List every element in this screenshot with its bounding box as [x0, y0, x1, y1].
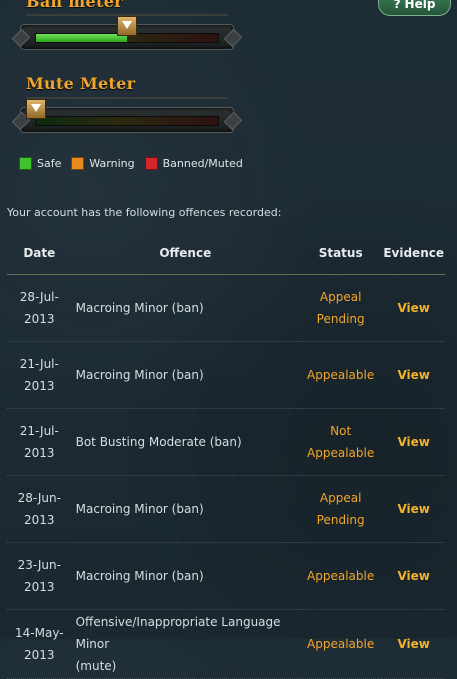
offence-date: 28-Jun- 2013 [7, 475, 72, 543]
warning-swatch-icon [71, 157, 85, 170]
mute-meter-pointer-icon [26, 99, 46, 119]
offence-status: Appealable [298, 341, 383, 409]
ban-meter-fill [36, 34, 127, 42]
offence-name: Macroing Minor (ban) [71, 542, 299, 610]
offence-name: Macroing Minor (ban) [71, 475, 299, 543]
help-label: Help [404, 0, 436, 11]
table-row: 21-Jul- 2013 Macroing Minor (ban) Appeala… [7, 341, 445, 409]
mute-meter-track [35, 116, 219, 126]
legend-label: Safe [37, 157, 62, 170]
offence-date: 28-Jul- 2013 [7, 274, 72, 342]
table-row: 28-Jul- 2013 Macroing Minor (ban) Appeal P… [7, 274, 445, 342]
view-evidence-link[interactable]: View [397, 435, 429, 449]
table-header-row: Date Offence Status Evidence [7, 232, 445, 275]
meter-cap-right [223, 111, 243, 131]
offence-name: Offensive/Inappropriate Language Minor (m… [71, 609, 299, 679]
offence-status: Appealable [298, 609, 383, 679]
legend-label: Banned/Muted [162, 157, 243, 170]
ban-meter-pointer-icon [117, 16, 137, 36]
table-row: 14-May- 2013 Offensive/Inappropriate Lang… [7, 609, 445, 679]
mute-meter-title: Mute Meter [26, 74, 136, 93]
offence-name: Bot Busting Moderate (ban) [71, 408, 299, 476]
col-date: Date [7, 232, 72, 275]
table-row: 23-Jun- 2013 Macroing Minor (ban) Appeala… [7, 542, 445, 610]
legend-label: Warning [89, 157, 135, 170]
col-offence: Offence [71, 232, 299, 275]
view-evidence-link[interactable]: View [397, 569, 429, 583]
table-row: 21-Jul- 2013 Bot Busting Moderate (ban) N… [7, 408, 445, 476]
offence-name: Macroing Minor (ban) [71, 341, 299, 409]
mute-meter-divider [26, 97, 228, 99]
safe-swatch-icon [19, 157, 32, 170]
offences-table: Date Offence Status Evidence 28-Jul- 2013… [7, 232, 445, 679]
offence-status: Appeal Pending [298, 475, 383, 543]
offence-status: Appealable [298, 542, 383, 610]
meter-cap-left [11, 28, 31, 48]
ban-meter-title: Ban meter [26, 0, 123, 11]
view-evidence-link[interactable]: View [397, 637, 429, 651]
col-status: Status [298, 232, 383, 275]
offence-date: 21-Jul- 2013 [7, 408, 72, 476]
legend-item-banned: Banned/Muted [144, 157, 243, 170]
legend-item-warning: Warning [71, 157, 135, 170]
view-evidence-link[interactable]: View [397, 502, 429, 516]
offence-name: Macroing Minor (ban) [71, 274, 299, 342]
legend-item-safe: Safe [19, 157, 61, 170]
offence-date: 23-Jun- 2013 [7, 542, 72, 610]
offence-date: 14-May- 2013 [7, 609, 72, 679]
banned-swatch-icon [144, 157, 158, 170]
offence-date: 21-Jul- 2013 [7, 341, 72, 409]
offences-intro: Your account has the following offences … [7, 206, 282, 219]
meter-cap-right [223, 28, 243, 48]
offence-status: Not Appealable [298, 408, 383, 476]
question-icon: ? [393, 0, 401, 11]
help-button[interactable]: ? Help [378, 0, 451, 16]
table-row: 28-Jun- 2013 Macroing Minor (ban) Appeal P… [7, 475, 445, 543]
view-evidence-link[interactable]: View [397, 368, 429, 382]
view-evidence-link[interactable]: View [397, 301, 429, 315]
mute-meter [11, 99, 243, 133]
col-evidence: Evidence [382, 232, 445, 275]
meter-legend: Safe Warning Banned/Muted [19, 157, 243, 170]
offence-status: Appeal Pending [298, 274, 383, 342]
ban-meter [11, 16, 243, 50]
